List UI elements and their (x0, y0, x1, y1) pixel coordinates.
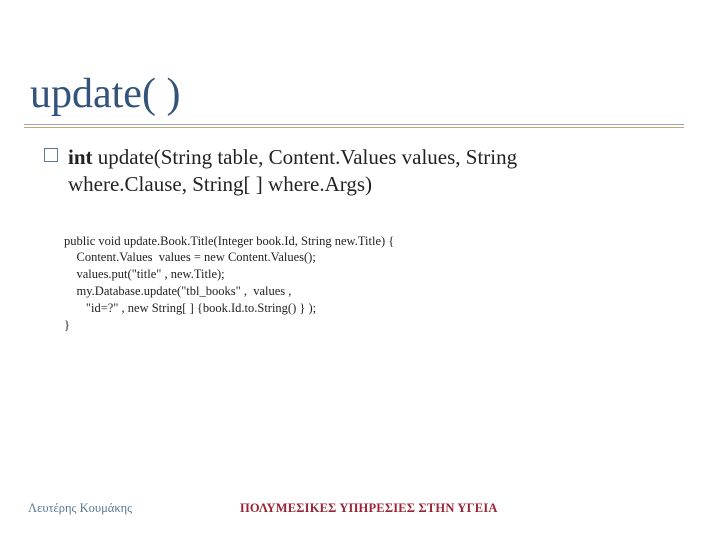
method-signature: int update(String table, Content.Values … (24, 144, 684, 199)
bullet-icon (44, 148, 58, 162)
footer-author: Λευτέρης Κουμάκης (0, 501, 132, 516)
signature-line1: update(String table, Content.Values valu… (93, 145, 518, 169)
signature-keyword: int (68, 145, 93, 169)
page-title: update( ) (24, 70, 684, 118)
title-underline (24, 124, 684, 126)
footer-subject: ΠΟΛΥΜΕΣΙΚΕΣ ΥΠΗΡΕΣΙΕΣ ΣΤΗΝ ΥΓΕΙΑ (240, 501, 498, 516)
code-block: public void update.Book.Title(Integer bo… (24, 233, 684, 334)
signature-text: int update(String table, Content.Values … (68, 144, 517, 199)
signature-line2: where.Clause, String[ ] where.Args) (68, 172, 372, 196)
footer: Λευτέρης Κουμάκης ΠΟΛΥΜΕΣΙΚΕΣ ΥΠΗΡΕΣΙΕΣ … (0, 501, 720, 516)
slide: update( ) int update(String table, Conte… (0, 0, 720, 540)
